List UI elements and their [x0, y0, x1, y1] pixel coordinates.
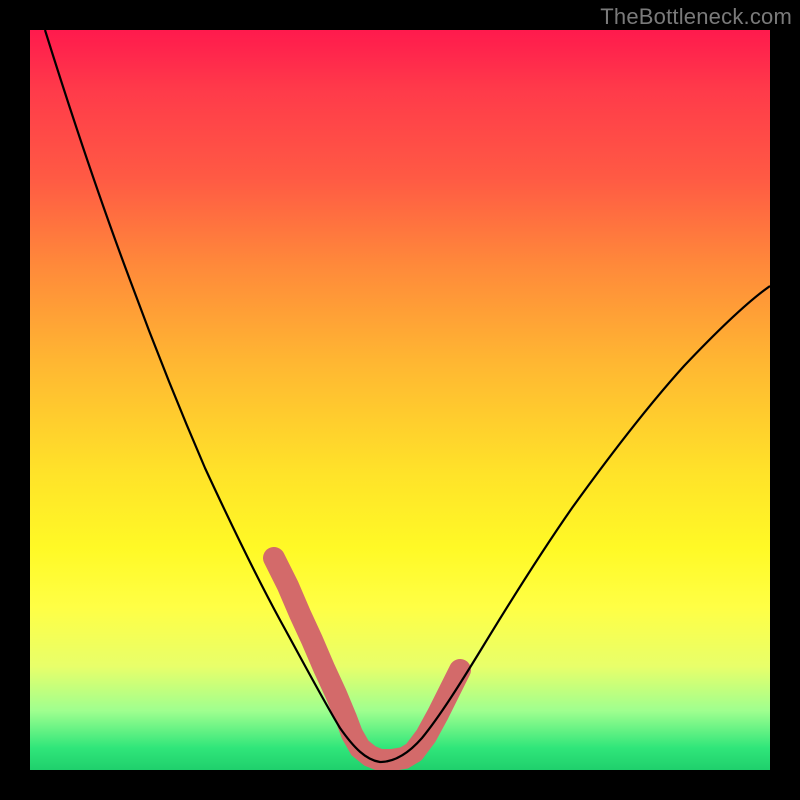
marker-right-ascent	[414, 670, 460, 752]
watermark-text: TheBottleneck.com	[600, 4, 792, 30]
bottleneck-curve-line	[45, 30, 770, 762]
marker-valley	[352, 734, 414, 760]
marker-left-descent	[274, 558, 352, 734]
chart-frame: TheBottleneck.com	[0, 0, 800, 800]
plot-area	[30, 30, 770, 770]
bottleneck-curve-svg	[30, 30, 770, 770]
